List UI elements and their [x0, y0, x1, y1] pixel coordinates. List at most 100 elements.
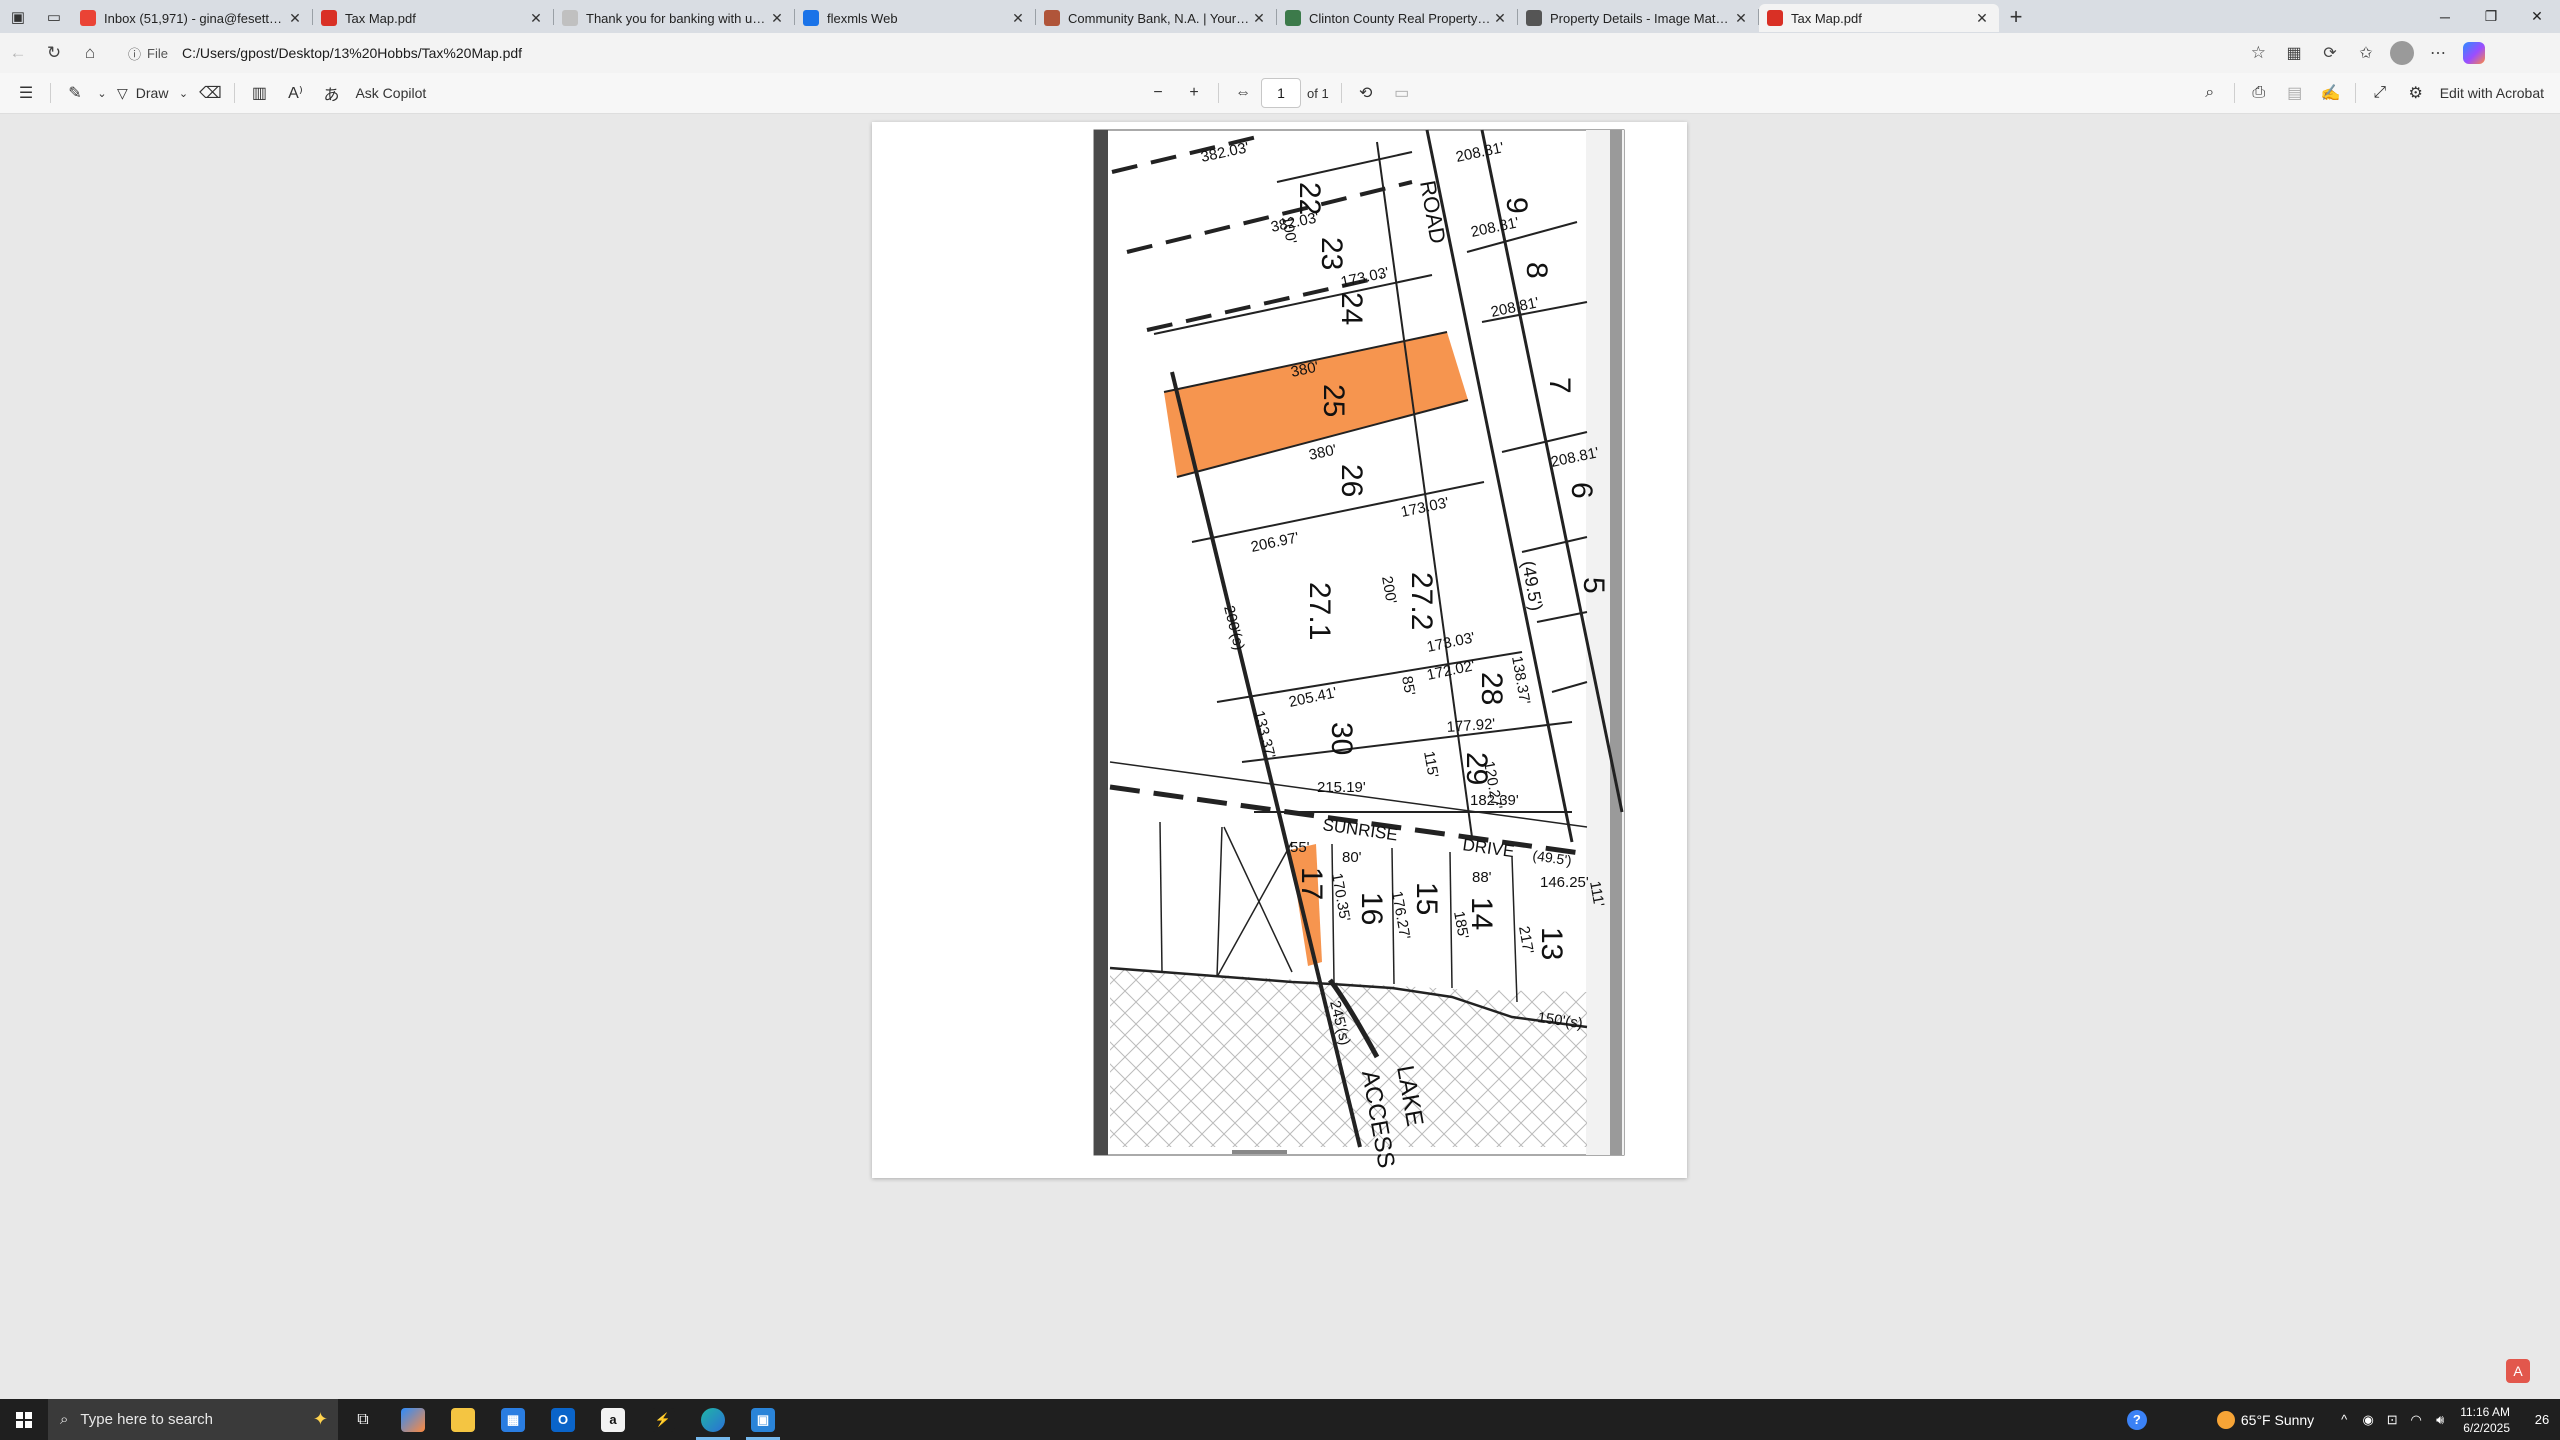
favorite-star-icon[interactable]: ☆ [2251, 43, 2266, 63]
county-icon [1285, 10, 1301, 26]
network-tray-icon[interactable]: ⊡ [2380, 1412, 2404, 1428]
edit-with-acrobat-button[interactable]: Edit with Acrobat [2434, 77, 2550, 109]
browser-tab[interactable]: Tax Map.pdf ✕ [313, 4, 553, 32]
tax-map-image: 22 23 24 25 26 27.1 27.2 28 29 30 9 8 7 … [1093, 129, 1625, 1170]
copilot-button[interactable] [2456, 37, 2492, 69]
close-tab-icon[interactable]: ✕ [527, 10, 545, 27]
draw-button[interactable]: ▽ Draw [111, 77, 174, 109]
notifications-button[interactable]: 26 [2524, 1399, 2560, 1440]
location-icon[interactable]: ◉ [2356, 1412, 2380, 1428]
draw-dropdown-icon[interactable]: ⌄ [174, 77, 192, 109]
sync-icon[interactable]: ⟳ [2312, 37, 2348, 69]
help-icon[interactable]: ? [2117, 1399, 2157, 1440]
lot-label: 26 [1335, 464, 1368, 497]
browser-tab[interactable]: Tax Map.pdf ✕ [1759, 4, 1999, 32]
more-menu-icon[interactable]: ⋯ [2420, 37, 2456, 69]
clock[interactable]: 11:16 AM 6/2/2025 [2460, 1404, 2510, 1436]
ask-copilot-button[interactable]: Ask Copilot [349, 77, 432, 109]
print-icon[interactable]: ⎙ [2241, 77, 2277, 109]
wifi-icon[interactable]: ◠ [2404, 1412, 2428, 1428]
highlight-dropdown-icon[interactable]: ⌄ [93, 77, 111, 109]
close-tab-icon[interactable]: ✕ [1009, 10, 1027, 27]
taskbar-search[interactable]: ⌕ Type here to search ✦ [48, 1399, 338, 1440]
close-tab-icon[interactable]: ✕ [286, 10, 304, 27]
page-view-icon[interactable]: ▥ [241, 77, 277, 109]
taskbar-outlook[interactable]: O [538, 1399, 588, 1440]
lot-label: 28 [1475, 672, 1508, 705]
lot-label: 23 [1315, 237, 1348, 270]
browser-tab[interactable]: Clinton County Real Property Offi ✕ [1277, 4, 1517, 32]
fullscreen-icon[interactable]: ⤢ [2362, 77, 2398, 109]
new-tab-button[interactable]: + [1999, 3, 2033, 31]
start-button[interactable] [0, 1399, 48, 1440]
taskbar-copilot[interactable] [388, 1399, 438, 1440]
two-page-icon[interactable]: ▭ [1384, 77, 1420, 109]
erase-icon[interactable]: ⌫ [192, 77, 228, 109]
lot-label: 9 [1500, 197, 1533, 214]
lot-label: 27.1 [1303, 582, 1336, 640]
close-tab-icon[interactable]: ✕ [768, 10, 786, 27]
rotate-icon[interactable]: ⟲ [1348, 77, 1384, 109]
workspaces-icon[interactable]: ▣ [0, 0, 36, 33]
tab-title: Property Details - Image Mate O [1550, 10, 1732, 26]
contents-icon[interactable]: ☰ [8, 77, 44, 109]
taskbar-app[interactable]: ⚡ [638, 1399, 688, 1440]
address-bar: ← ↻ ⌂ ⓘ File C:/Users/gpost/Desktop/13%20… [0, 33, 2560, 73]
browser-tab[interactable]: Thank you for banking with us. | ✕ [554, 4, 794, 32]
back-icon[interactable]: ← [0, 37, 36, 69]
dim-label: 88' [1472, 869, 1492, 886]
dim-label: 55' [1290, 839, 1310, 856]
profile-button[interactable] [2384, 37, 2420, 69]
search-icon[interactable]: ⌕ [2192, 77, 2228, 109]
avatar [2390, 41, 2414, 65]
close-tab-icon[interactable]: ✕ [1491, 10, 1509, 27]
close-tab-icon[interactable]: ✕ [1973, 10, 1991, 27]
volume-icon[interactable]: 🔊︎ [2428, 1412, 2452, 1428]
restore-icon[interactable]: ❐ [2468, 0, 2514, 33]
zoom-in-icon[interactable]: + [1176, 77, 1212, 109]
pdf-viewer[interactable]: 22 23 24 25 26 27.1 27.2 28 29 30 9 8 7 … [0, 115, 2560, 1399]
taskbar-file-explorer[interactable] [438, 1399, 488, 1440]
save-as-icon[interactable]: ✍ [2313, 77, 2349, 109]
close-tab-icon[interactable]: ✕ [1732, 10, 1750, 27]
highlight-icon[interactable]: ✎ [57, 77, 93, 109]
task-view-button[interactable]: ⧉ [338, 1399, 388, 1440]
dim-label: 85' [1398, 675, 1418, 697]
lot-label: 5 [1577, 577, 1610, 594]
pdf-icon [1767, 10, 1783, 26]
save-icon[interactable]: ▤ [2277, 77, 2313, 109]
settings-icon[interactable]: ⚙ [2398, 77, 2434, 109]
weather-widget[interactable]: 65°F Sunny [2216, 1410, 2314, 1429]
read-aloud-icon[interactable]: A⁾ [277, 77, 313, 109]
close-tab-icon[interactable]: ✕ [1250, 10, 1268, 27]
zoom-out-icon[interactable]: − [1140, 77, 1176, 109]
site-info[interactable]: ⓘ File [128, 44, 168, 63]
translate-icon[interactable]: あ [313, 77, 349, 109]
taskbar-store[interactable]: ▦ [488, 1399, 538, 1440]
notification-count: 26 [2534, 1412, 2550, 1427]
extension-icon[interactable]: ▦ [2276, 37, 2312, 69]
url-text: C:/Users/gpost/Desktop/13%20Hobbs/Tax%20… [181, 45, 523, 61]
taskbar-amazon[interactable]: a [588, 1399, 638, 1440]
home-icon[interactable]: ⌂ [72, 37, 108, 69]
url-field[interactable]: ⓘ File C:/Users/gpost/Desktop/13%20Hobbs/… [116, 38, 2276, 68]
minimize-icon[interactable]: ─ [2422, 0, 2468, 33]
browser-tab[interactable]: Inbox (51,971) - gina@fesettereal ✕ [72, 4, 312, 32]
lot-label: 25 [1317, 384, 1350, 417]
browser-tab[interactable]: flexmls Web ✕ [795, 4, 1035, 32]
info-icon: ⓘ [128, 46, 142, 62]
browser-tab[interactable]: Community Bank, N.A. | Your Trus ✕ [1036, 4, 1276, 32]
fit-page-icon[interactable]: ⇔ [1225, 77, 1261, 109]
taskbar-edge[interactable] [688, 1399, 738, 1440]
tab-title: Inbox (51,971) - gina@fesettereal [104, 10, 286, 26]
acrobat-icon[interactable]: A [2506, 1359, 2530, 1383]
close-window-icon[interactable]: ✕ [2514, 0, 2560, 33]
lot-label: 16 [1355, 892, 1388, 925]
tab-actions-icon[interactable]: ▭ [36, 0, 72, 33]
taskbar-app-active[interactable]: ▣ [738, 1399, 788, 1440]
favorites-icon[interactable]: ✩ [2348, 37, 2384, 69]
refresh-icon[interactable]: ↻ [36, 37, 72, 69]
page-number-input[interactable]: 1 [1261, 78, 1301, 108]
browser-tab[interactable]: Property Details - Image Mate O ✕ [1518, 4, 1758, 32]
chevron-up-icon[interactable]: ^ [2332, 1412, 2356, 1427]
